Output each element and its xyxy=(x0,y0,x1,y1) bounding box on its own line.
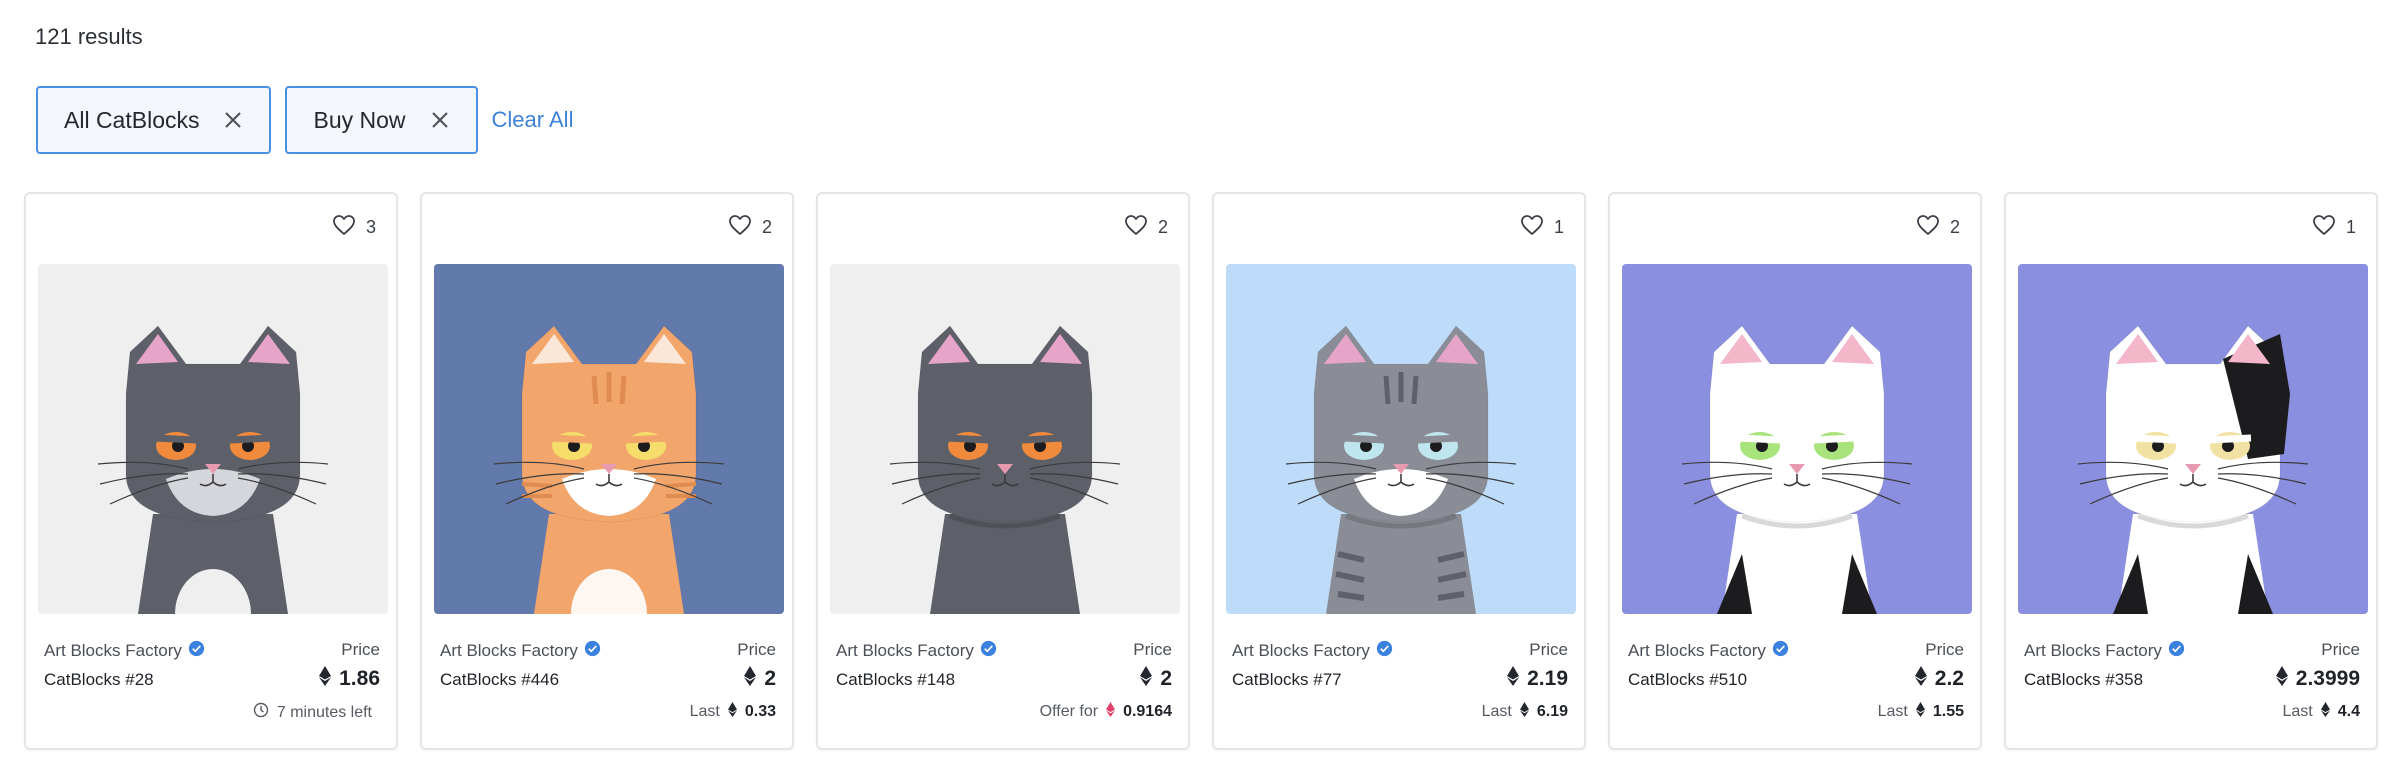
eth-icon xyxy=(1915,702,1925,722)
results-grid: 3 Art Blocks Factory CatBlocks #28 Price… xyxy=(24,192,2378,750)
nft-image-cat-icon[interactable] xyxy=(2018,264,2368,614)
favorite-count: 2 xyxy=(1157,217,1168,237)
price-value: 2.3999 xyxy=(2275,666,2360,692)
footer-label: Last xyxy=(1877,703,1908,720)
eth-icon xyxy=(1519,702,1529,722)
price-value: 2.2 xyxy=(1914,666,1964,692)
nft-image-cat-icon[interactable] xyxy=(38,264,388,614)
token-name[interactable]: CatBlocks #358 xyxy=(2024,670,2185,690)
favorite-count: 2 xyxy=(1949,217,1960,237)
nft-card-3[interactable]: 2 Art Blocks Factory CatBlocks #148 Pric… xyxy=(816,192,1190,750)
price-value: 2 xyxy=(737,666,776,692)
clear-all-link[interactable]: Clear All xyxy=(492,107,574,133)
favorite-button[interactable]: 2 xyxy=(1124,214,1168,241)
favorite-count: 1 xyxy=(1553,217,1564,237)
heart-icon xyxy=(1124,214,1148,241)
verified-badge-icon xyxy=(980,640,997,662)
card-footer: Last 4.4 xyxy=(2282,702,2360,722)
collection-name[interactable]: Art Blocks Factory xyxy=(2024,641,2162,661)
filter-chip-all-catblocks[interactable]: All CatBlocks xyxy=(36,86,272,154)
verified-badge-icon xyxy=(584,640,601,662)
favorite-button[interactable]: 1 xyxy=(1520,214,1564,241)
price-label: Price xyxy=(1133,640,1172,659)
price-label: Price xyxy=(341,640,380,659)
eth-icon xyxy=(744,666,757,692)
footer-label: Last xyxy=(1481,703,1512,720)
nft-image-cat-icon[interactable] xyxy=(1622,264,1972,614)
eth-icon xyxy=(1914,666,1927,692)
nft-image-cat-icon[interactable] xyxy=(830,264,1180,614)
heart-icon xyxy=(1916,214,1940,241)
eth-icon xyxy=(2275,666,2288,692)
footer-label: Offer for xyxy=(1039,703,1099,720)
favorite-button[interactable]: 1 xyxy=(2312,214,2356,241)
footer-value: 1.55 xyxy=(1932,703,1964,720)
favorite-count: 3 xyxy=(365,217,376,237)
weth-icon xyxy=(1106,702,1116,722)
eth-icon xyxy=(2320,702,2330,722)
eth-icon xyxy=(1507,666,1520,692)
nft-card-6[interactable]: 1 Art Blocks Factory CatBlocks #358 Pric… xyxy=(2004,192,2378,750)
price-label: Price xyxy=(2321,640,2360,659)
collection-name[interactable]: Art Blocks Factory xyxy=(440,641,578,661)
close-icon[interactable] xyxy=(430,110,450,130)
verified-badge-icon xyxy=(2168,640,2185,662)
nft-card-5[interactable]: 2 Art Blocks Factory CatBlocks #510 Pric… xyxy=(1608,192,1982,750)
price-value: 2 xyxy=(1133,666,1172,692)
footer-value: 0.9164 xyxy=(1123,703,1172,720)
footer-value: 4.4 xyxy=(2337,703,2360,720)
clock-icon xyxy=(253,702,269,723)
verified-badge-icon xyxy=(1376,640,1393,662)
footer-label: Last xyxy=(689,703,720,720)
heart-icon xyxy=(1520,214,1544,241)
filter-chip-buy-now[interactable]: Buy Now xyxy=(285,86,478,154)
card-footer: 7 minutes left xyxy=(253,702,380,723)
filter-chip-label: All CatBlocks xyxy=(64,106,200,133)
footer-value: 0.33 xyxy=(744,703,776,720)
close-icon[interactable] xyxy=(223,110,243,130)
card-footer: Last 0.33 xyxy=(690,702,776,722)
eth-icon xyxy=(319,666,332,692)
token-name[interactable]: CatBlocks #77 xyxy=(1232,670,1393,690)
favorite-button[interactable]: 2 xyxy=(1916,214,1960,241)
verified-badge-icon xyxy=(188,640,205,662)
heart-icon xyxy=(332,214,356,241)
price-label: Price xyxy=(1529,640,1568,659)
results-count: 121 results xyxy=(35,24,143,49)
favorite-count: 2 xyxy=(761,217,772,237)
price-label: Price xyxy=(737,640,776,659)
collection-name[interactable]: Art Blocks Factory xyxy=(44,641,182,661)
token-name[interactable]: CatBlocks #28 xyxy=(44,670,205,690)
token-name[interactable]: CatBlocks #446 xyxy=(440,670,601,690)
heart-icon xyxy=(2312,214,2336,241)
favorite-button[interactable]: 2 xyxy=(728,214,772,241)
collection-name[interactable]: Art Blocks Factory xyxy=(1628,641,1766,661)
card-footer: Offer for 0.9164 xyxy=(1040,702,1172,722)
token-name[interactable]: CatBlocks #510 xyxy=(1628,670,1789,690)
price-value: 2.19 xyxy=(1507,666,1568,692)
active-filters: All CatBlocks Buy Now Clear All xyxy=(36,86,573,154)
eth-icon xyxy=(727,702,737,722)
filter-chip-label: Buy Now xyxy=(313,106,406,133)
favorite-count: 1 xyxy=(2345,217,2356,237)
card-footer: Last 6.19 xyxy=(1482,702,1568,722)
eth-icon xyxy=(1140,666,1153,692)
heart-icon xyxy=(728,214,752,241)
favorite-button[interactable]: 3 xyxy=(332,214,376,241)
verified-badge-icon xyxy=(1772,640,1789,662)
footer-value: 6.19 xyxy=(1536,703,1568,720)
collection-name[interactable]: Art Blocks Factory xyxy=(1232,641,1370,661)
price-value: 1.86 xyxy=(319,666,380,692)
collection-name[interactable]: Art Blocks Factory xyxy=(836,641,974,661)
price-label: Price xyxy=(1925,640,1964,659)
nft-card-2[interactable]: 2 Art Blocks Factory CatBlocks #446 Pric… xyxy=(420,192,794,750)
footer-label: 7 minutes left xyxy=(276,703,372,721)
nft-card-1[interactable]: 3 Art Blocks Factory CatBlocks #28 Price… xyxy=(24,192,398,750)
nft-image-cat-icon[interactable] xyxy=(434,264,784,614)
token-name[interactable]: CatBlocks #148 xyxy=(836,670,997,690)
nft-card-4[interactable]: 1 Art Blocks Factory CatBlocks #77 Price… xyxy=(1212,192,1586,750)
footer-label: Last xyxy=(2282,703,2313,720)
card-footer: Last 1.55 xyxy=(1878,702,1964,722)
nft-image-cat-icon[interactable] xyxy=(1226,264,1576,614)
